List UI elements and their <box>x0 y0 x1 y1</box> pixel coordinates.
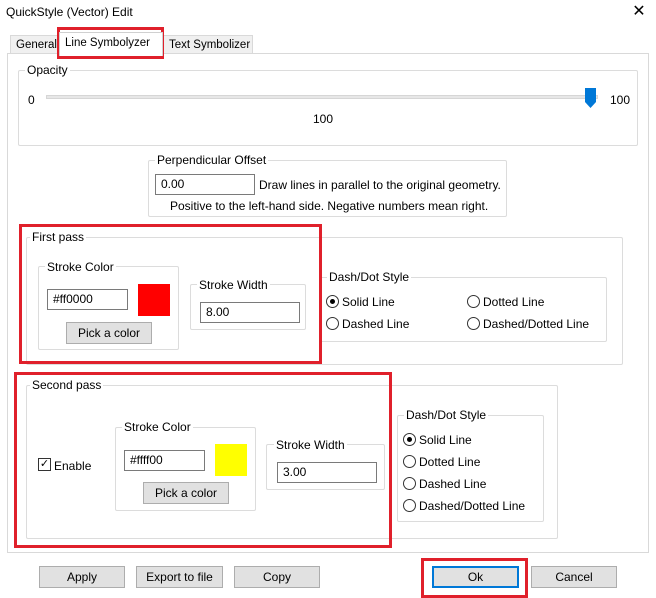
first-color-swatch <box>138 284 170 316</box>
offset-label: Perpendicular Offset <box>155 153 269 167</box>
second-radio-dashed[interactable] <box>403 477 416 490</box>
opacity-min-label: 0 <box>28 93 35 107</box>
apply-button[interactable]: Apply <box>39 566 125 588</box>
opacity-label: Opacity <box>25 63 70 77</box>
first-stroke-color-label: Stroke Color <box>45 260 116 274</box>
first-dash-style-group <box>320 277 607 342</box>
second-pick-color-button[interactable]: Pick a color <box>143 482 229 504</box>
first-stroke-width-label: Stroke Width <box>197 278 270 292</box>
second-width-input[interactable]: 3.00 <box>277 462 377 483</box>
enable-label: Enable <box>54 459 92 473</box>
opacity-group <box>18 70 638 146</box>
second-radio-dashdot-label: Dashed/Dotted Line <box>419 499 526 513</box>
second-radio-dotted[interactable] <box>403 455 416 468</box>
offset-hint-1: Draw lines in parallel to the original g… <box>259 178 501 192</box>
first-pick-color-button[interactable]: Pick a color <box>66 322 152 344</box>
second-radio-solid[interactable] <box>403 433 416 446</box>
tab-general[interactable]: General <box>10 35 58 55</box>
first-width-input[interactable]: 8.00 <box>200 302 300 323</box>
opacity-slider-track[interactable] <box>46 95 598 99</box>
second-stroke-color-label: Stroke Color <box>122 420 193 434</box>
second-radio-dashed-label: Dashed Line <box>419 477 487 491</box>
second-radio-solid-label: Solid Line <box>419 433 472 447</box>
first-radio-dashed[interactable] <box>326 317 339 330</box>
second-color-swatch <box>215 444 247 476</box>
second-stroke-width-label: Stroke Width <box>274 438 347 452</box>
first-radio-dashdot-label: Dashed/Dotted Line <box>483 317 590 331</box>
enable-checkbox[interactable]: ✓ <box>38 458 51 471</box>
cancel-button[interactable]: Cancel <box>531 566 617 588</box>
first-radio-dashdot[interactable] <box>467 317 480 330</box>
offset-hint-2: Positive to the left-hand side. Negative… <box>170 199 489 213</box>
second-dash-style-label: Dash/Dot Style <box>404 408 489 422</box>
first-radio-dotted[interactable] <box>467 295 480 308</box>
first-radio-solid-label: Solid Line <box>342 295 395 309</box>
first-color-input[interactable]: #ff0000 <box>47 289 128 310</box>
offset-input[interactable]: 0.00 <box>155 174 255 195</box>
copy-button[interactable]: Copy <box>234 566 320 588</box>
second-radio-dotted-label: Dotted Line <box>419 455 481 469</box>
first-pass-label: First pass <box>30 230 87 244</box>
close-icon[interactable]: ✕ <box>626 1 652 23</box>
first-radio-dashed-label: Dashed Line <box>342 317 410 331</box>
second-color-input[interactable]: #ffff00 <box>124 450 205 471</box>
opacity-slider-thumb[interactable] <box>585 88 596 108</box>
tab-text-symbolizer[interactable]: Text Symbolizer <box>163 35 253 55</box>
second-pass-label: Second pass <box>30 378 104 392</box>
window-title: QuickStyle (Vector) Edit <box>6 5 133 19</box>
ok-button[interactable]: Ok <box>432 566 519 588</box>
export-to-file-button[interactable]: Export to file <box>136 566 223 588</box>
second-radio-dashdot[interactable] <box>403 499 416 512</box>
first-radio-dotted-label: Dotted Line <box>483 295 545 309</box>
first-radio-solid[interactable] <box>326 295 339 308</box>
opacity-max-label: 100 <box>610 93 631 107</box>
tab-line-symbolyzer[interactable]: Line Symbolyzer <box>59 32 163 56</box>
opacity-value: 100 <box>313 112 334 126</box>
first-dash-style-label: Dash/Dot Style <box>327 270 412 284</box>
